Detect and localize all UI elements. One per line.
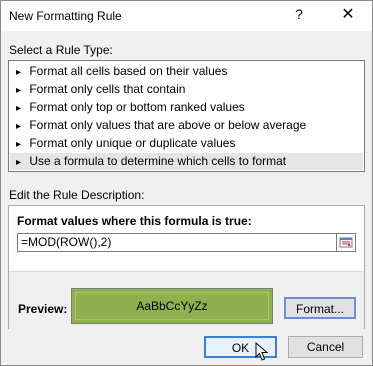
format-button[interactable]: Format... (284, 297, 356, 319)
close-icon[interactable]: ✕ (337, 4, 359, 26)
range-select-icon[interactable] (336, 233, 356, 252)
rule-item-unique-duplicate[interactable]: ▸ Format only unique or duplicate values (10, 135, 363, 152)
rule-item-label: Format only cells that contain (29, 82, 186, 96)
rule-item-label: Format only top or bottom ranked values (29, 100, 245, 114)
rule-description-panel: Format values where this formula is true… (8, 205, 365, 329)
preview-swatch: AaBbCcYyZz (71, 288, 273, 324)
formula-input[interactable]: =MOD(ROW(),2) (17, 233, 337, 252)
arrow-icon: ▸ (16, 103, 22, 114)
rule-item-use-formula[interactable]: ▸ Use a formula to determine which cells… (10, 153, 363, 170)
new-formatting-rule-dialog: New Formatting Rule ? ✕ Select a Rule Ty… (0, 0, 373, 366)
arrow-icon: ▸ (16, 121, 22, 132)
rule-item-top-bottom[interactable]: ▸ Format only top or bottom ranked value… (10, 99, 363, 116)
rule-item-label: Use a formula to determine which cells t… (29, 154, 287, 168)
rule-item-label: Format all cells based on their values (29, 64, 228, 78)
arrow-icon: ▸ (16, 85, 22, 96)
rule-item-label: Format only unique or duplicate values (29, 136, 236, 150)
cancel-button[interactable]: Cancel (288, 336, 363, 358)
rule-type-label: Select a Rule Type: (9, 43, 113, 57)
preview-label: Preview: (18, 302, 68, 316)
rule-item-cells-contain[interactable]: ▸ Format only cells that contain (10, 81, 363, 98)
preview-section: Preview: AaBbCcYyZz Format... (9, 271, 364, 329)
arrow-icon: ▸ (16, 67, 22, 78)
preview-sample-text: AaBbCcYyZz (75, 292, 269, 320)
rule-item-all-cells[interactable]: ▸ Format all cells based on their values (10, 63, 363, 80)
help-icon[interactable]: ? (291, 6, 307, 24)
rule-item-above-below-average[interactable]: ▸ Format only values that are above or b… (10, 117, 363, 134)
formula-title: Format values where this formula is true… (17, 214, 252, 228)
formula-section: Format values where this formula is true… (9, 206, 364, 270)
rule-type-list[interactable]: ▸ Format all cells based on their values… (8, 60, 365, 172)
rule-item-label: Format only values that are above or bel… (29, 118, 307, 132)
arrow-icon: ▸ (16, 139, 22, 150)
description-label: Edit the Rule Description: (9, 188, 145, 202)
arrow-icon: ▸ (16, 157, 22, 168)
title-bar: New Formatting Rule ? ✕ (1, 1, 372, 31)
dialog-title: New Formatting Rule (9, 9, 122, 23)
mouse-pointer-icon (255, 342, 269, 361)
